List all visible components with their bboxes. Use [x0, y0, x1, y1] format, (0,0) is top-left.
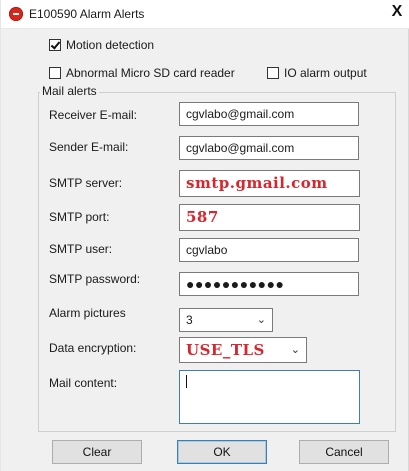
sd-card-reader-label: Abnormal Micro SD card reader: [66, 66, 235, 80]
smtp-port-field[interactable]: 587: [179, 204, 360, 231]
alarm-pictures-label: Alarm pictures: [49, 306, 126, 320]
smtp-password-field[interactable]: ●●●●●●●●●●●: [179, 272, 359, 296]
sd-card-reader-option[interactable]: Abnormal Micro SD card reader: [49, 66, 235, 80]
text-caret: [186, 375, 187, 388]
sd-card-reader-checkbox[interactable]: [49, 67, 61, 79]
motion-detection-checkbox[interactable]: [49, 39, 61, 51]
title-bar[interactable]: E100590 Alarm Alerts X: [1, 0, 409, 29]
close-button[interactable]: X: [388, 2, 406, 22]
ok-button[interactable]: OK: [177, 440, 267, 464]
clear-button[interactable]: Clear: [52, 440, 142, 464]
chevron-down-icon: ⌄: [290, 344, 300, 356]
sender-email-field[interactable]: cgvlabo@gmail.com: [179, 136, 359, 160]
alarm-alerts-dialog: E100590 Alarm Alerts X Motion detection …: [0, 0, 409, 471]
chevron-down-icon: ⌄: [256, 314, 266, 326]
io-alarm-output-checkbox[interactable]: [267, 67, 279, 79]
mail-content-textarea[interactable]: [179, 370, 360, 424]
motion-detection-label: Motion detection: [66, 38, 155, 52]
smtp-server-label: SMTP server:: [49, 176, 123, 190]
data-encryption-value: USE_TLS: [186, 341, 265, 359]
app-record-icon: [9, 7, 23, 21]
window-title: E100590 Alarm Alerts: [29, 7, 145, 21]
cancel-button[interactable]: Cancel: [299, 440, 389, 464]
smtp-server-field[interactable]: smtp.gmail.com: [179, 170, 360, 197]
receiver-email-field[interactable]: cgvlabo@gmail.com: [179, 102, 359, 126]
alarm-pictures-select[interactable]: 3 ⌄: [179, 308, 273, 332]
smtp-port-label: SMTP port:: [49, 210, 110, 224]
motion-detection-option[interactable]: Motion detection: [49, 38, 154, 52]
alarm-pictures-value: 3: [186, 313, 193, 327]
sender-email-label: Sender E-mail:: [49, 140, 129, 154]
smtp-user-field[interactable]: cgvlabo: [179, 238, 359, 262]
io-alarm-output-label: IO alarm output: [284, 66, 367, 80]
mail-alerts-group-label: Mail alerts: [40, 84, 99, 98]
data-encryption-label: Data encryption:: [49, 341, 137, 355]
smtp-password-label: SMTP password:: [49, 272, 141, 286]
receiver-email-label: Receiver E-mail:: [49, 108, 138, 122]
io-alarm-output-option[interactable]: IO alarm output: [267, 66, 367, 80]
data-encryption-select[interactable]: USE_TLS ⌄: [179, 337, 307, 363]
mail-content-label: Mail content:: [49, 376, 118, 390]
smtp-user-label: SMTP user:: [49, 242, 113, 256]
